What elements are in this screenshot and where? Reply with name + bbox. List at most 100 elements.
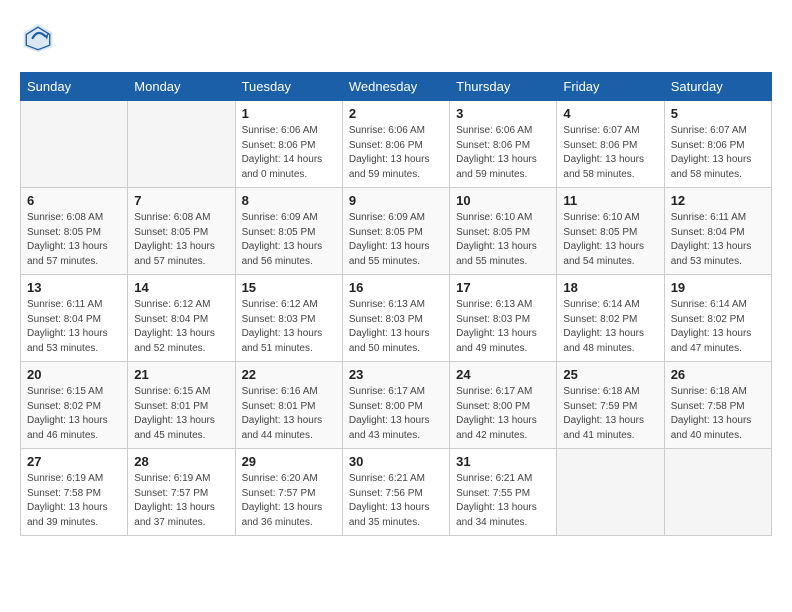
day-info: Sunrise: 6:08 AMSunset: 8:05 PMDaylight:… bbox=[27, 211, 121, 269]
day-number: 8 bbox=[242, 193, 336, 208]
day-info: Sunrise: 6:09 AMSunset: 8:05 PMDaylight:… bbox=[349, 211, 443, 269]
day-number: 23 bbox=[349, 367, 443, 382]
day-info: Sunrise: 6:10 AMSunset: 8:05 PMDaylight:… bbox=[563, 211, 657, 269]
day-number: 20 bbox=[27, 367, 121, 382]
calendar-cell: 14 Sunrise: 6:12 AMSunset: 8:04 PMDayligh… bbox=[128, 275, 235, 362]
day-info: Sunrise: 6:16 AMSunset: 8:01 PMDaylight:… bbox=[242, 385, 336, 443]
calendar-table: SundayMondayTuesdayWednesdayThursdayFrid… bbox=[20, 72, 772, 536]
calendar-cell: 4 Sunrise: 6:07 AMSunset: 8:06 PMDaylight… bbox=[557, 101, 664, 188]
day-info: Sunrise: 6:06 AMSunset: 8:06 PMDaylight:… bbox=[456, 124, 550, 182]
calendar-cell: 30 Sunrise: 6:21 AMSunset: 7:56 PMDayligh… bbox=[342, 449, 449, 536]
day-number: 22 bbox=[242, 367, 336, 382]
day-header-thursday: Thursday bbox=[450, 73, 557, 101]
calendar-cell: 16 Sunrise: 6:13 AMSunset: 8:03 PMDayligh… bbox=[342, 275, 449, 362]
day-number: 16 bbox=[349, 280, 443, 295]
day-info: Sunrise: 6:14 AMSunset: 8:02 PMDaylight:… bbox=[671, 298, 765, 356]
calendar-cell: 2 Sunrise: 6:06 AMSunset: 8:06 PMDaylight… bbox=[342, 101, 449, 188]
day-number: 3 bbox=[456, 106, 550, 121]
calendar-cell: 23 Sunrise: 6:17 AMSunset: 8:00 PMDayligh… bbox=[342, 362, 449, 449]
day-number: 17 bbox=[456, 280, 550, 295]
calendar-cell: 11 Sunrise: 6:10 AMSunset: 8:05 PMDayligh… bbox=[557, 188, 664, 275]
calendar-cell: 24 Sunrise: 6:17 AMSunset: 8:00 PMDayligh… bbox=[450, 362, 557, 449]
logo bbox=[20, 20, 60, 56]
day-info: Sunrise: 6:11 AMSunset: 8:04 PMDaylight:… bbox=[27, 298, 121, 356]
day-info: Sunrise: 6:06 AMSunset: 8:06 PMDaylight:… bbox=[349, 124, 443, 182]
day-info: Sunrise: 6:06 AMSunset: 8:06 PMDaylight:… bbox=[242, 124, 336, 182]
day-header-sunday: Sunday bbox=[21, 73, 128, 101]
calendar-cell: 3 Sunrise: 6:06 AMSunset: 8:06 PMDaylight… bbox=[450, 101, 557, 188]
day-number: 19 bbox=[671, 280, 765, 295]
calendar-cell: 8 Sunrise: 6:09 AMSunset: 8:05 PMDaylight… bbox=[235, 188, 342, 275]
calendar-cell: 31 Sunrise: 6:21 AMSunset: 7:55 PMDayligh… bbox=[450, 449, 557, 536]
calendar-cell: 5 Sunrise: 6:07 AMSunset: 8:06 PMDaylight… bbox=[664, 101, 771, 188]
day-info: Sunrise: 6:15 AMSunset: 8:01 PMDaylight:… bbox=[134, 385, 228, 443]
day-info: Sunrise: 6:19 AMSunset: 7:58 PMDaylight:… bbox=[27, 472, 121, 530]
day-info: Sunrise: 6:13 AMSunset: 8:03 PMDaylight:… bbox=[349, 298, 443, 356]
day-number: 31 bbox=[456, 454, 550, 469]
page-header bbox=[20, 20, 772, 56]
day-info: Sunrise: 6:21 AMSunset: 7:56 PMDaylight:… bbox=[349, 472, 443, 530]
day-info: Sunrise: 6:20 AMSunset: 7:57 PMDaylight:… bbox=[242, 472, 336, 530]
calendar-header-row: SundayMondayTuesdayWednesdayThursdayFrid… bbox=[21, 73, 772, 101]
calendar-cell: 29 Sunrise: 6:20 AMSunset: 7:57 PMDayligh… bbox=[235, 449, 342, 536]
day-info: Sunrise: 6:10 AMSunset: 8:05 PMDaylight:… bbox=[456, 211, 550, 269]
calendar-cell bbox=[664, 449, 771, 536]
calendar-cell: 1 Sunrise: 6:06 AMSunset: 8:06 PMDaylight… bbox=[235, 101, 342, 188]
day-number: 12 bbox=[671, 193, 765, 208]
calendar-cell: 12 Sunrise: 6:11 AMSunset: 8:04 PMDayligh… bbox=[664, 188, 771, 275]
calendar-week-row: 27 Sunrise: 6:19 AMSunset: 7:58 PMDayligh… bbox=[21, 449, 772, 536]
logo-icon bbox=[20, 20, 56, 56]
day-number: 25 bbox=[563, 367, 657, 382]
calendar-week-row: 13 Sunrise: 6:11 AMSunset: 8:04 PMDayligh… bbox=[21, 275, 772, 362]
day-info: Sunrise: 6:14 AMSunset: 8:02 PMDaylight:… bbox=[563, 298, 657, 356]
day-header-wednesday: Wednesday bbox=[342, 73, 449, 101]
day-info: Sunrise: 6:11 AMSunset: 8:04 PMDaylight:… bbox=[671, 211, 765, 269]
day-info: Sunrise: 6:21 AMSunset: 7:55 PMDaylight:… bbox=[456, 472, 550, 530]
day-number: 14 bbox=[134, 280, 228, 295]
day-info: Sunrise: 6:18 AMSunset: 7:58 PMDaylight:… bbox=[671, 385, 765, 443]
day-number: 9 bbox=[349, 193, 443, 208]
day-number: 24 bbox=[456, 367, 550, 382]
calendar-cell: 26 Sunrise: 6:18 AMSunset: 7:58 PMDayligh… bbox=[664, 362, 771, 449]
calendar-cell: 22 Sunrise: 6:16 AMSunset: 8:01 PMDayligh… bbox=[235, 362, 342, 449]
calendar-cell: 17 Sunrise: 6:13 AMSunset: 8:03 PMDayligh… bbox=[450, 275, 557, 362]
day-number: 30 bbox=[349, 454, 443, 469]
calendar-cell: 15 Sunrise: 6:12 AMSunset: 8:03 PMDayligh… bbox=[235, 275, 342, 362]
day-info: Sunrise: 6:12 AMSunset: 8:04 PMDaylight:… bbox=[134, 298, 228, 356]
calendar-cell: 13 Sunrise: 6:11 AMSunset: 8:04 PMDayligh… bbox=[21, 275, 128, 362]
day-number: 15 bbox=[242, 280, 336, 295]
calendar-cell: 20 Sunrise: 6:15 AMSunset: 8:02 PMDayligh… bbox=[21, 362, 128, 449]
day-number: 1 bbox=[242, 106, 336, 121]
calendar-cell bbox=[128, 101, 235, 188]
day-number: 5 bbox=[671, 106, 765, 121]
calendar-cell: 10Sunrise: 6:10 AMSunset: 8:05 PMDayligh… bbox=[450, 188, 557, 275]
calendar-cell bbox=[21, 101, 128, 188]
day-info: Sunrise: 6:09 AMSunset: 8:05 PMDaylight:… bbox=[242, 211, 336, 269]
day-header-saturday: Saturday bbox=[664, 73, 771, 101]
day-number: 27 bbox=[27, 454, 121, 469]
calendar-cell: 28Sunrise: 6:19 AMSunset: 7:57 PMDayligh… bbox=[128, 449, 235, 536]
day-number: 4 bbox=[563, 106, 657, 121]
day-info: Sunrise: 6:13 AMSunset: 8:03 PMDaylight:… bbox=[456, 298, 550, 356]
day-number: 21 bbox=[134, 367, 228, 382]
calendar-cell: 19 Sunrise: 6:14 AMSunset: 8:02 PMDayligh… bbox=[664, 275, 771, 362]
day-number: 2 bbox=[349, 106, 443, 121]
day-number: 29 bbox=[242, 454, 336, 469]
day-number: 6 bbox=[27, 193, 121, 208]
day-info: Sunrise: 6:07 AMSunset: 8:06 PMDaylight:… bbox=[563, 124, 657, 182]
day-info: Sunrise: 6:07 AMSunset: 8:06 PMDaylight:… bbox=[671, 124, 765, 182]
day-number: 28 bbox=[134, 454, 228, 469]
day-info: Sunrise: 6:12 AMSunset: 8:03 PMDaylight:… bbox=[242, 298, 336, 356]
calendar-cell: 9 Sunrise: 6:09 AMSunset: 8:05 PMDaylight… bbox=[342, 188, 449, 275]
day-info: Sunrise: 6:17 AMSunset: 8:00 PMDaylight:… bbox=[349, 385, 443, 443]
day-header-monday: Monday bbox=[128, 73, 235, 101]
day-number: 13 bbox=[27, 280, 121, 295]
calendar-week-row: 6 Sunrise: 6:08 AMSunset: 8:05 PMDaylight… bbox=[21, 188, 772, 275]
day-number: 11 bbox=[563, 193, 657, 208]
day-number: 26 bbox=[671, 367, 765, 382]
day-header-tuesday: Tuesday bbox=[235, 73, 342, 101]
day-number: 7 bbox=[134, 193, 228, 208]
day-info: Sunrise: 6:15 AMSunset: 8:02 PMDaylight:… bbox=[27, 385, 121, 443]
calendar-cell: 6 Sunrise: 6:08 AMSunset: 8:05 PMDaylight… bbox=[21, 188, 128, 275]
day-info: Sunrise: 6:17 AMSunset: 8:00 PMDaylight:… bbox=[456, 385, 550, 443]
